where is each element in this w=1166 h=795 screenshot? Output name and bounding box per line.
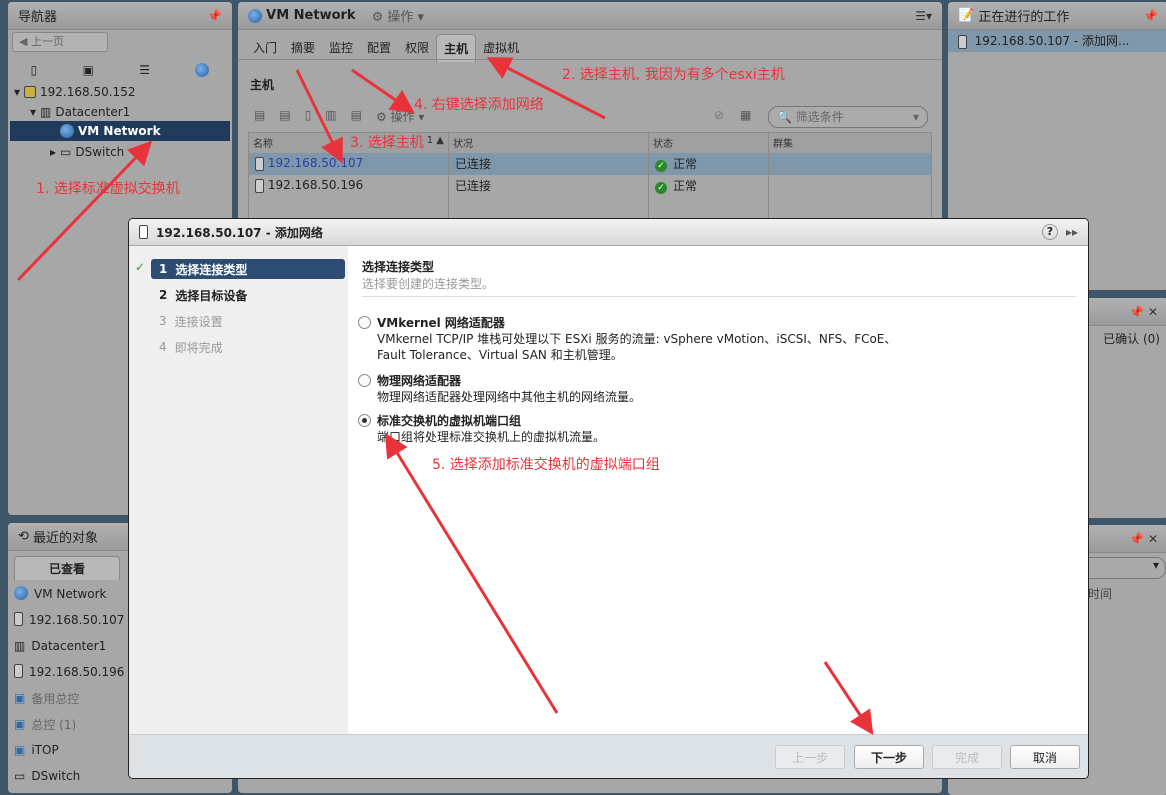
arrow-5 xyxy=(384,432,559,714)
arrow-4 xyxy=(351,68,415,114)
arrow-6 xyxy=(823,661,874,736)
arrow-3 xyxy=(295,69,343,164)
arrow-1 xyxy=(16,140,153,282)
annotation-arrows xyxy=(16,57,874,736)
annotation-3: 3. 选择主机 xyxy=(350,135,424,151)
annotation-2: 2. 选择主机, 我因为有多个esxi主机 xyxy=(562,67,785,83)
annotation-4: 4. 右键选择添加网络 xyxy=(414,97,544,113)
annotation-1: 1. 选择标准虚拟交换机 xyxy=(36,181,180,197)
annotation-5: 5. 选择添加标准交换机的虚拟端口组 xyxy=(432,457,660,473)
